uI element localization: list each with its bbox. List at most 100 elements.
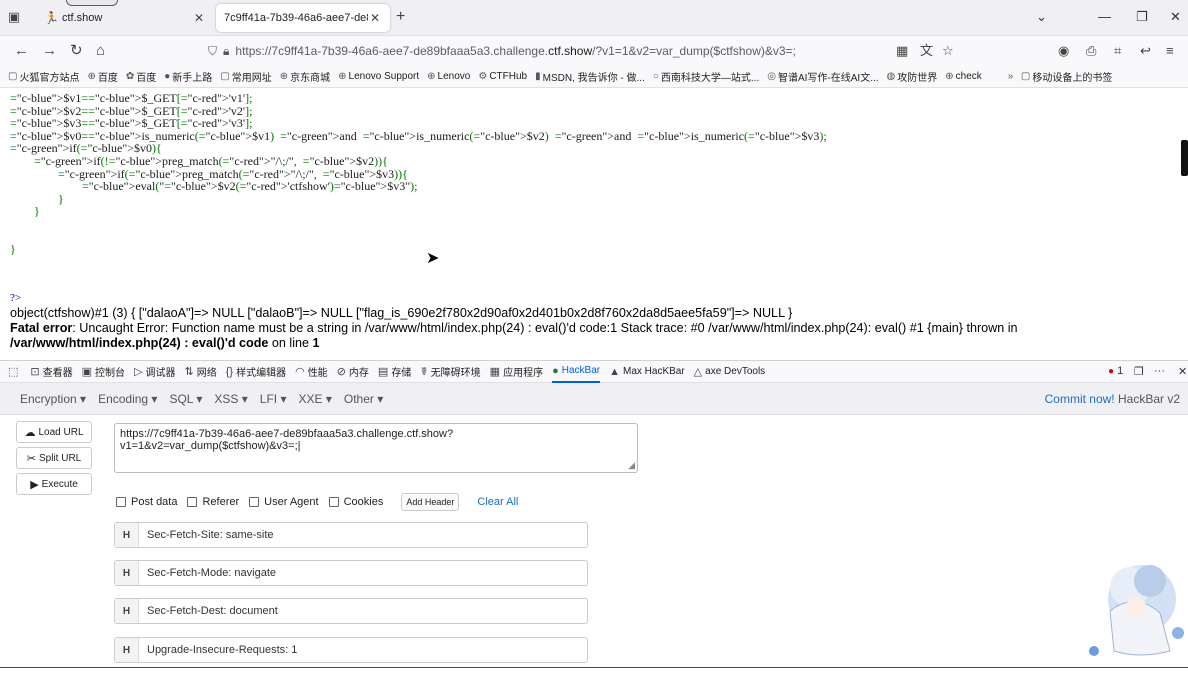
fatal-error-message: Fatal error: Uncaught Error: Function na…: [10, 321, 1018, 350]
tab-ctfshow[interactable]: 🏃 ctf.show ✕: [36, 4, 214, 32]
overflow-chevron-icon[interactable]: »: [1008, 71, 1014, 82]
header-value[interactable]: Sec-Fetch-Site: same-site: [139, 529, 274, 541]
checkbox[interactable]: [328, 497, 339, 507]
devtools-tab[interactable]: ◠ 性能: [295, 361, 328, 383]
hackbar-menu-item[interactable]: Other ▾: [344, 392, 383, 406]
minimize-icon[interactable]: —: [1098, 10, 1111, 24]
bookmark-item[interactable]: ⊕ 京东商城: [280, 69, 330, 84]
load-url-button[interactable]: ☁ Load URL: [16, 421, 92, 443]
devtools-tab[interactable]: ⊘ 内存: [337, 361, 369, 383]
home-icon[interactable]: ⌂: [96, 42, 105, 60]
commit-link[interactable]: Commit now! HackBar v2: [1045, 392, 1180, 406]
bookmark-item[interactable]: ○ 西南科技大学—站式...: [653, 69, 759, 84]
bookmark-item[interactable]: ⚙ CTFHub: [478, 71, 527, 82]
add-header-button[interactable]: Add Header: [401, 493, 460, 511]
hackbar-menu-item[interactable]: LFI ▾: [260, 392, 287, 406]
close-icon[interactable]: ✕: [368, 11, 382, 25]
dock-icon[interactable]: ❐: [1134, 365, 1144, 378]
devtools-tab[interactable]: ● HackBar: [552, 361, 601, 383]
address-bar[interactable]: ⛉ 🔒︎ https://7c9ff41a-7b39-46a6-aee7-de8…: [208, 40, 960, 62]
hackbar-menu-item[interactable]: Encryption ▾: [20, 392, 86, 406]
bookmark-star-icon[interactable]: ☆: [942, 43, 954, 59]
devtools-tab[interactable]: ▲ Max HacKBar: [609, 361, 685, 383]
devtools-tab[interactable]: ⊡ 查看器: [30, 361, 72, 383]
error-count-badge[interactable]: ● 1: [1108, 365, 1123, 377]
devtools-close-icon[interactable]: ✕: [1178, 365, 1187, 378]
qr-code-icon[interactable]: ▦: [896, 43, 908, 59]
chevron-down-icon[interactable]: ⌄: [1036, 10, 1047, 24]
header-row[interactable]: H Sec-Fetch-Site: same-site: [114, 522, 588, 548]
bookmark-item[interactable]: ▮ MSDN, 我告诉你 - 做...: [535, 69, 645, 84]
option-cookies[interactable]: Cookies: [328, 496, 383, 508]
devtools-tab[interactable]: ▤ 存储: [378, 361, 411, 383]
bookmark-item[interactable]: ▢ 火狐官方站点: [8, 69, 79, 84]
header-value[interactable]: Sec-Fetch-Mode: navigate: [139, 567, 276, 579]
devtools-tab[interactable]: ☤ 无障碍环境: [420, 361, 480, 383]
resize-grip-icon[interactable]: ◢: [628, 460, 635, 471]
split-url-button[interactable]: ✂ Split URL: [16, 447, 92, 469]
devtools-tab[interactable]: ▣ 控制台: [82, 361, 125, 383]
bookmark-item[interactable]: ⊕ Lenovo Support: [338, 71, 419, 82]
option-user-agent[interactable]: User Agent: [249, 496, 319, 508]
reload-icon[interactable]: ↻: [70, 42, 83, 60]
clear-all-link[interactable]: Clear All: [477, 496, 518, 508]
bookmark-item[interactable]: ⊕ 百度: [87, 69, 117, 84]
bookmark-label: 百度: [97, 73, 118, 84]
menu-icon[interactable]: ≡: [1166, 43, 1174, 59]
more-options-icon[interactable]: ···: [1154, 365, 1165, 377]
shield-icon[interactable]: ⛉: [208, 44, 217, 59]
option-referer[interactable]: Referer: [187, 496, 239, 508]
hackbar-menu-item[interactable]: XXE ▾: [298, 392, 331, 406]
share-icon[interactable]: ↩: [1140, 43, 1151, 59]
hackbar-menu-item[interactable]: SQL ▾: [169, 392, 202, 406]
close-icon[interactable]: ✕: [192, 11, 206, 25]
account-icon[interactable]: ◉: [1058, 43, 1069, 59]
checkbox[interactable]: [187, 497, 198, 507]
bookmark-item[interactable]: ⊕ check: [945, 71, 982, 82]
tab-label: 无障碍环境: [430, 368, 481, 379]
lock-icon[interactable]: 🔒︎: [223, 44, 229, 59]
tab-icon: ●: [552, 364, 559, 377]
hackbar-url-input[interactable]: https://7c9ff41a-7b39-46a6-aee7-de89bfaa…: [114, 423, 638, 473]
forward-icon[interactable]: →: [42, 42, 57, 60]
devtools-tab[interactable]: {} 样式编辑器: [226, 361, 286, 383]
mobile-bookmarks[interactable]: » ▢ 移动设备上的书签: [1008, 69, 1113, 84]
hackbar-ext-icon[interactable]: ⌗: [1114, 43, 1121, 59]
scrollbar-thumb[interactable]: [1181, 140, 1188, 176]
devtools-tab[interactable]: △ axe DevTools: [694, 361, 766, 383]
back-icon[interactable]: ←: [14, 42, 29, 60]
tab-label: 性能: [307, 368, 328, 379]
devtools-tab[interactable]: ⇅ 网络: [185, 361, 217, 383]
bookmark-item[interactable]: ✿ 百度: [126, 69, 156, 84]
tab-icon: △: [693, 366, 703, 378]
checkbox[interactable]: [249, 497, 260, 507]
header-row[interactable]: H Upgrade-Insecure-Requests: 1: [114, 637, 588, 663]
new-tab-icon[interactable]: +: [396, 9, 405, 25]
bookmark-item[interactable]: ▢ 常用网址: [220, 69, 271, 84]
devtools-tab[interactable]: ▦ 应用程序: [490, 361, 543, 383]
tab-overview-icon[interactable]: ▣: [6, 9, 22, 25]
tab-label: 内存: [348, 368, 369, 379]
bookmark-item[interactable]: ● 新手上路: [164, 69, 212, 84]
tab-label: HackBar: [561, 365, 601, 376]
devtools-tab[interactable]: ▷ 调试器: [134, 361, 175, 383]
hackbar-menu-item[interactable]: Encoding ▾: [98, 392, 157, 406]
checkbox[interactable]: [116, 497, 126, 507]
extensions-icon[interactable]: ⎙: [1086, 43, 1096, 59]
bookmark-item[interactable]: ◎ 智谱AI写作-在线AI文...: [767, 69, 878, 84]
header-row[interactable]: H Sec-Fetch-Dest: document: [114, 598, 588, 624]
bookmark-item[interactable]: ⊕ Lenovo: [427, 71, 470, 82]
hackbar-menu-item[interactable]: XSS ▾: [214, 392, 247, 406]
restore-icon[interactable]: ❐: [1136, 10, 1148, 24]
header-value[interactable]: Sec-Fetch-Dest: document: [139, 605, 278, 617]
option-post-data[interactable]: Post data: [116, 496, 177, 508]
execute-button[interactable]: ▶ Execute: [16, 473, 92, 495]
code-line: ="c-blue">$v1=="c-blue">$_GET[="c-red">'…: [10, 91, 253, 105]
translate-icon[interactable]: 文: [920, 43, 933, 59]
element-picker-icon[interactable]: ⬚: [8, 361, 21, 383]
bookmark-item[interactable]: ◍ 攻防世界: [887, 69, 938, 84]
tab-challenge[interactable]: 7c9ff41a-7b39-46a6-aee7-de89l ✕: [216, 4, 390, 32]
window-close-icon[interactable]: ✕: [1170, 10, 1181, 24]
header-row[interactable]: H Sec-Fetch-Mode: navigate: [114, 560, 588, 586]
header-value[interactable]: Upgrade-Insecure-Requests: 1: [139, 644, 297, 656]
